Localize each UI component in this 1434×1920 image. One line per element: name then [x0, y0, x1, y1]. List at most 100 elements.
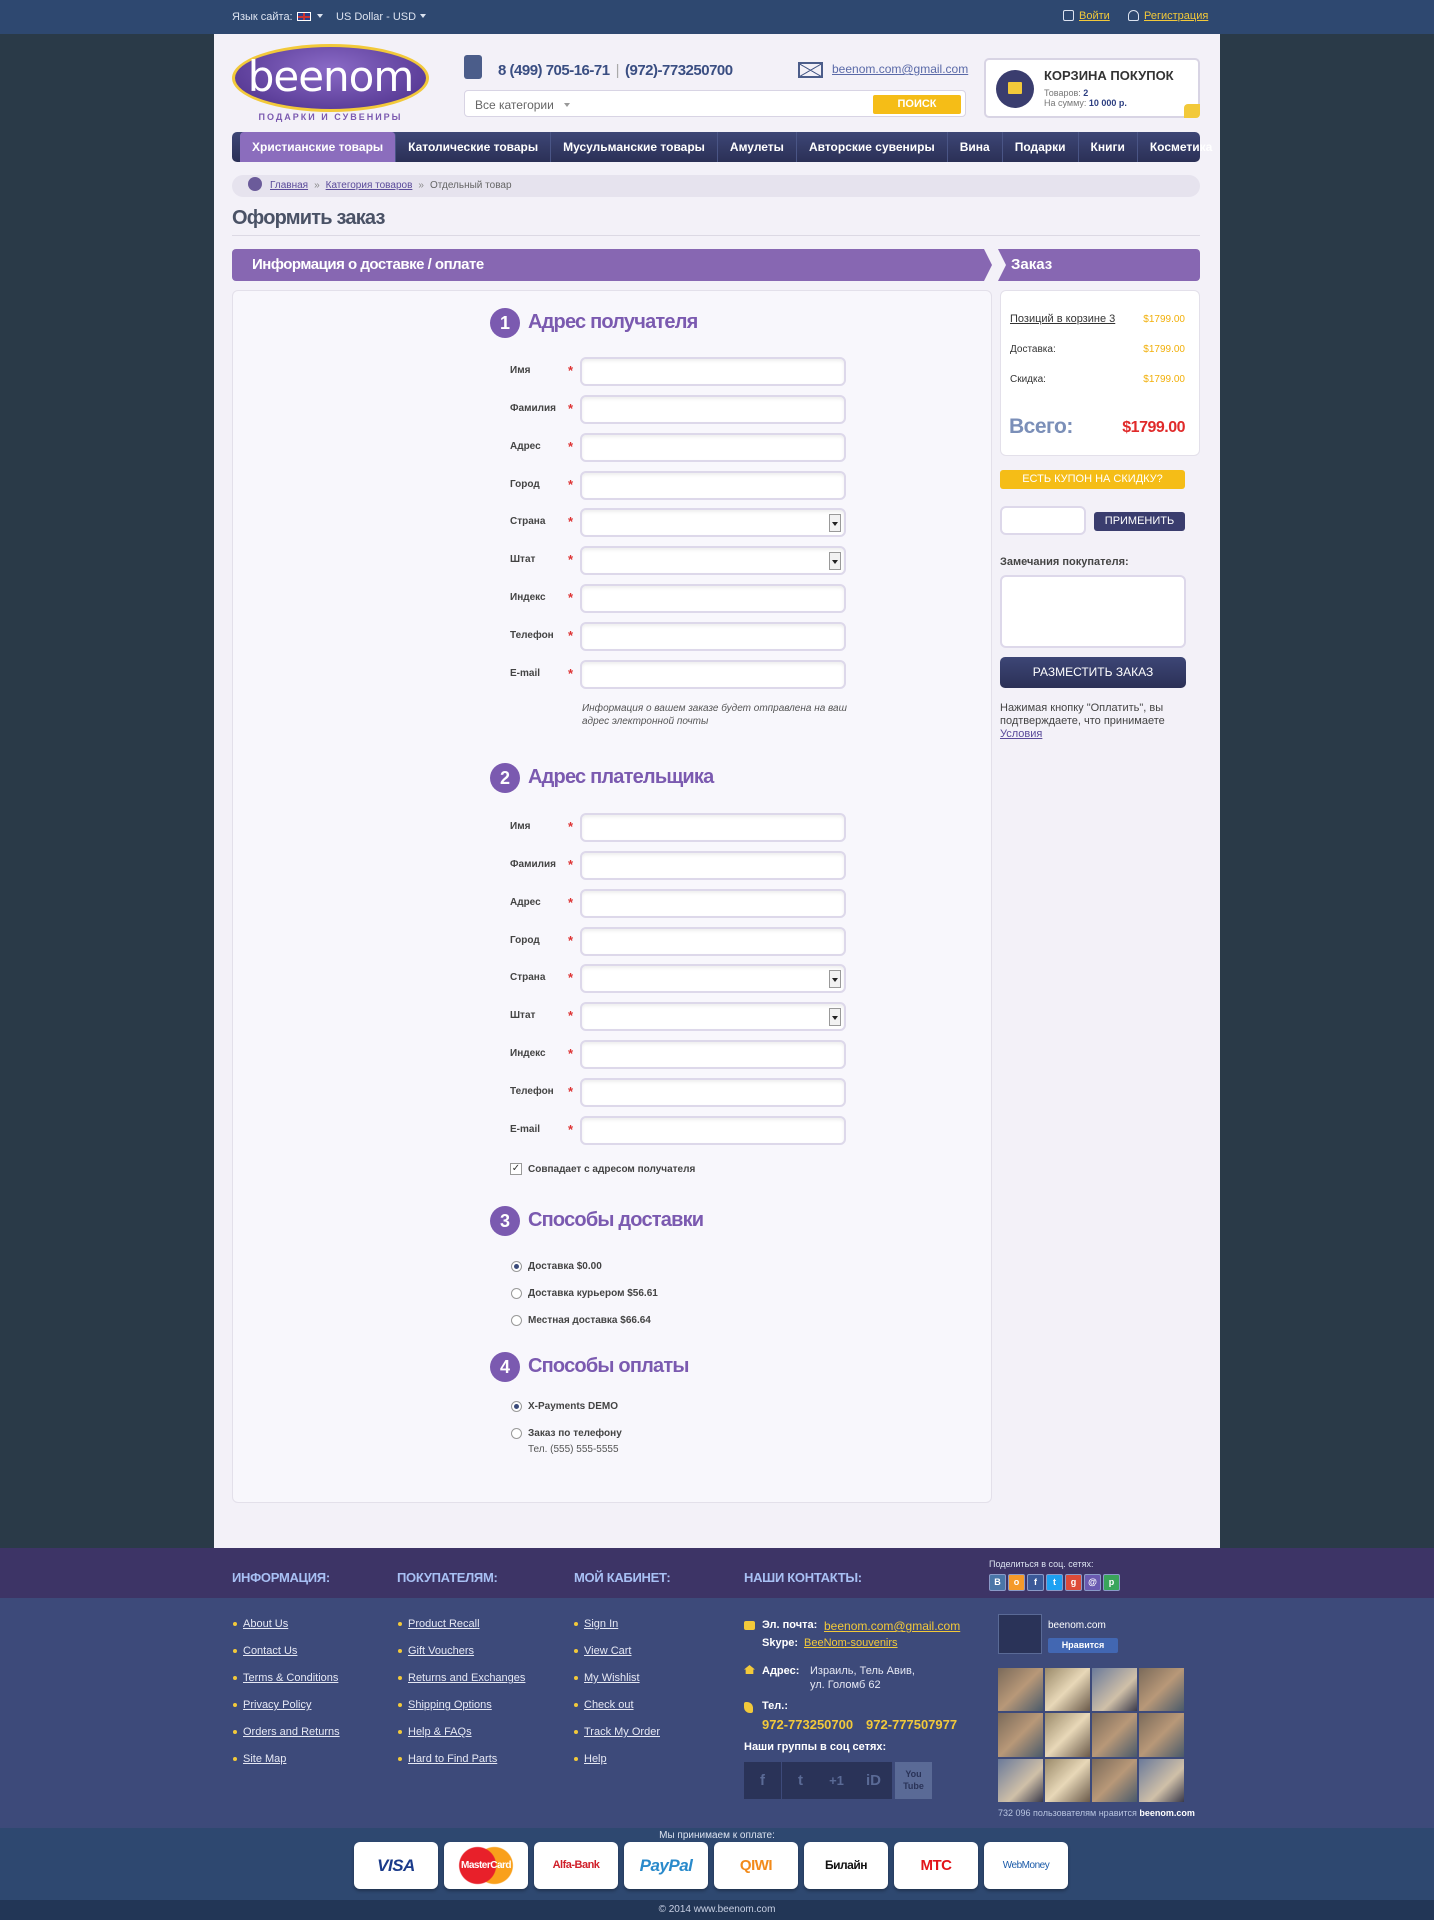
payment-phone-radio[interactable]: [511, 1428, 522, 1439]
fan-avatar[interactable]: [1045, 1668, 1090, 1712]
nav-item-author-souvenirs[interactable]: Авторские сувениры: [797, 132, 948, 162]
fan-avatar[interactable]: [1092, 1713, 1137, 1757]
payer-last-name-input[interactable]: [580, 851, 846, 880]
fan-avatar[interactable]: [1045, 1713, 1090, 1757]
footer-link-parts[interactable]: Hard to Find Parts: [397, 1753, 497, 1765]
footer-link-faq[interactable]: Help & FAQs: [398, 1726, 472, 1738]
payer-city-input[interactable]: [580, 927, 846, 956]
fan-avatar[interactable]: [1139, 1668, 1184, 1712]
breadcrumb-category[interactable]: Категория товаров: [326, 180, 413, 191]
recipient-email-input[interactable]: [580, 660, 846, 689]
header-email-link[interactable]: beenom.com@gmail.com: [832, 62, 968, 76]
payer-email-input[interactable]: [580, 1116, 846, 1145]
currency-selector[interactable]: US Dollar - USD: [336, 11, 427, 23]
delivery-free-radio[interactable]: [511, 1261, 522, 1272]
recipient-last-name-input[interactable]: [580, 395, 846, 424]
facebook-icon[interactable]: f: [744, 1762, 781, 1799]
breadcrumb-home[interactable]: Главная: [270, 180, 308, 191]
fan-avatar[interactable]: [1045, 1758, 1090, 1802]
openid-icon[interactable]: iD: [855, 1762, 892, 1799]
twitter-share-icon[interactable]: t: [1046, 1574, 1063, 1591]
likes-site-name[interactable]: beenom.com: [1139, 1808, 1195, 1818]
remarks-textarea[interactable]: [1000, 575, 1186, 648]
nav-item-cosmetics[interactable]: Косметика: [1138, 132, 1225, 162]
terms-link[interactable]: Условия: [1000, 728, 1042, 740]
footer-link-contact[interactable]: Contact Us: [232, 1645, 297, 1657]
dropdown-arrow-icon[interactable]: [829, 514, 841, 532]
footer-link-orders-returns[interactable]: Orders and Returns: [233, 1726, 340, 1738]
payer-country-select[interactable]: [580, 964, 846, 993]
footer-link-track[interactable]: Track My Order: [574, 1726, 660, 1738]
footer-link-wishlist[interactable]: My Wishlist: [574, 1672, 640, 1684]
footer-link-checkout[interactable]: Check out: [574, 1699, 634, 1711]
footer-link-cart[interactable]: View Cart: [573, 1645, 631, 1657]
recipient-phone-input[interactable]: [580, 622, 846, 651]
fan-avatar[interactable]: [1139, 1758, 1184, 1802]
footer-link-recall[interactable]: Product Recall: [398, 1618, 480, 1630]
footer-email-link[interactable]: beenom.com@gmail.com: [824, 1619, 960, 1633]
coupon-button[interactable]: ЕСТЬ КУПОН НА СКИДКУ?: [1000, 470, 1185, 489]
delivery-courier-radio[interactable]: [511, 1288, 522, 1299]
nav-item-catholic[interactable]: Католические товары: [396, 132, 552, 162]
footer-link-signin[interactable]: Sign In: [573, 1618, 618, 1630]
logo[interactable]: beenom: [232, 44, 429, 112]
fan-avatar[interactable]: [998, 1668, 1043, 1712]
search-button[interactable]: ПОИСК: [873, 95, 961, 114]
recipient-address-input[interactable]: [580, 433, 846, 462]
dropdown-arrow-icon[interactable]: [829, 552, 841, 570]
coupon-input[interactable]: [1000, 506, 1086, 535]
summary-items-link[interactable]: Позиций в корзине 3: [1010, 313, 1115, 325]
nav-item-books[interactable]: Книги: [1079, 132, 1138, 162]
twitter-icon[interactable]: t: [782, 1762, 819, 1799]
footer-link-privacy[interactable]: Privacy Policy: [232, 1699, 311, 1711]
search-category-select[interactable]: Все категории: [475, 98, 570, 112]
fan-avatar[interactable]: [998, 1713, 1043, 1757]
dropdown-arrow-icon[interactable]: [829, 970, 841, 988]
payment-xpayments-radio[interactable]: [511, 1401, 522, 1412]
payer-state-select[interactable]: [580, 1002, 846, 1031]
recipient-zip-input[interactable]: [580, 584, 846, 613]
google-share-icon[interactable]: g: [1065, 1574, 1082, 1591]
payer-address-input[interactable]: [580, 889, 846, 918]
login-link[interactable]: Войти: [1063, 10, 1110, 22]
odnoklassniki-share-icon[interactable]: o: [1008, 1574, 1025, 1591]
register-link[interactable]: Регистрация: [1128, 10, 1208, 22]
facebook-page-name[interactable]: beenom.com: [1048, 1620, 1106, 1631]
facebook-share-icon[interactable]: f: [1027, 1574, 1044, 1591]
fan-avatar[interactable]: [1092, 1758, 1137, 1802]
fan-avatar[interactable]: [1092, 1668, 1137, 1712]
facebook-page-avatar[interactable]: [998, 1614, 1042, 1654]
footer-skype-link[interactable]: BeeNom-souvenirs: [804, 1637, 898, 1649]
fan-avatar[interactable]: [1139, 1713, 1184, 1757]
apply-coupon-button[interactable]: ПРИМЕНИТЬ: [1094, 512, 1185, 531]
nav-item-wines[interactable]: Вина: [948, 132, 1003, 162]
google-plus-icon[interactable]: +1: [818, 1762, 855, 1799]
delivery-local-radio[interactable]: [511, 1315, 522, 1326]
footer-link-help[interactable]: Help: [574, 1753, 607, 1765]
youtube-icon[interactable]: You Tube: [895, 1762, 932, 1799]
footer-link-returns[interactable]: Returns and Exchanges: [397, 1672, 525, 1684]
print-share-icon[interactable]: p: [1103, 1574, 1120, 1591]
footer-link-vouchers[interactable]: Gift Vouchers: [397, 1645, 474, 1657]
same-address-checkbox[interactable]: ✓: [510, 1163, 522, 1175]
recipient-state-select[interactable]: [580, 546, 846, 575]
shopping-cart-widget[interactable]: КОРЗИНА ПОКУПОК Товаров: 2 На сумму: 10 0…: [984, 58, 1200, 118]
place-order-button[interactable]: РАЗМЕСТИТЬ ЗАКАЗ: [1000, 657, 1186, 688]
home-icon[interactable]: [248, 177, 262, 191]
nav-item-christian[interactable]: Христианские товары: [240, 132, 397, 162]
facebook-like-button[interactable]: Нравится: [1048, 1638, 1118, 1653]
vk-share-icon[interactable]: B: [989, 1574, 1006, 1591]
language-selector[interactable]: Язык сайта:: [232, 11, 323, 23]
footer-link-about[interactable]: About Us: [232, 1618, 288, 1630]
recipient-first-name-input[interactable]: [580, 357, 846, 386]
payer-first-name-input[interactable]: [580, 813, 846, 842]
footer-link-terms[interactable]: Terms & Conditions: [232, 1672, 338, 1684]
recipient-country-select[interactable]: [580, 508, 846, 537]
footer-link-sitemap[interactable]: Site Map: [232, 1753, 286, 1765]
nav-item-amulets[interactable]: Амулеты: [718, 132, 797, 162]
fan-avatar[interactable]: [998, 1758, 1043, 1802]
payer-phone-input[interactable]: [580, 1078, 846, 1107]
nav-item-muslim[interactable]: Мусульманские товары: [551, 132, 718, 162]
footer-link-shipping[interactable]: Shipping Options: [398, 1699, 492, 1711]
recipient-city-input[interactable]: [580, 471, 846, 500]
